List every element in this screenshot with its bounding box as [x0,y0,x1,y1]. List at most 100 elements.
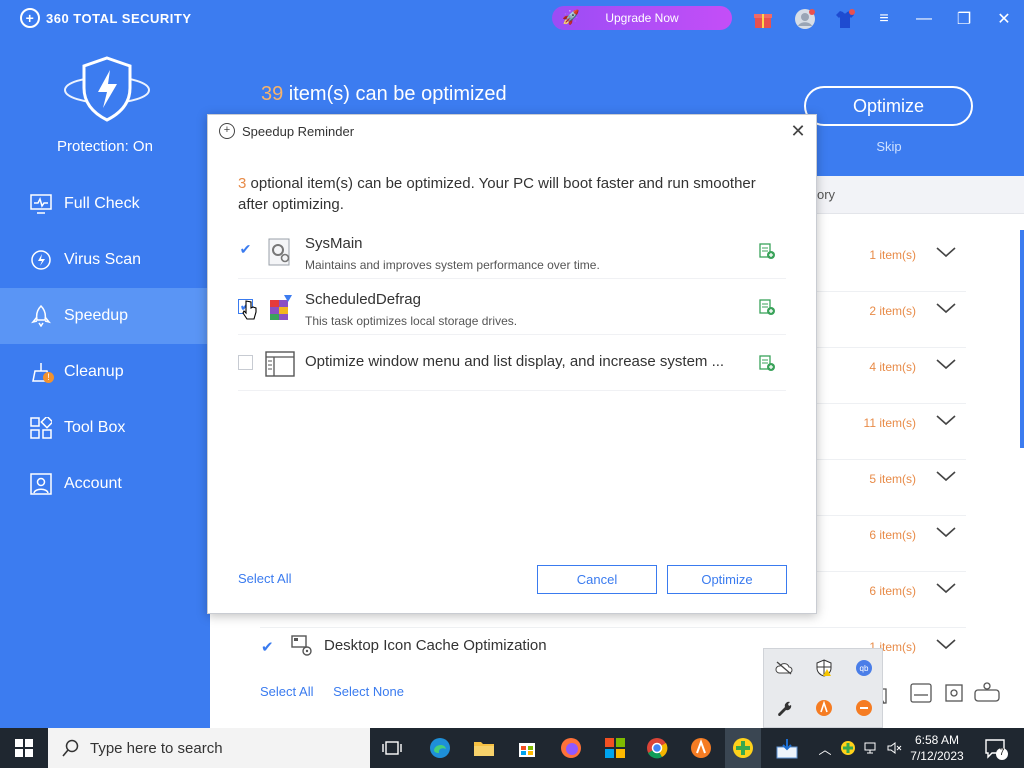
app-title: 360 TOTAL SECURITY [46,10,192,26]
add-to-list-icon[interactable] [758,354,776,372]
security-shield-icon[interactable] [813,657,835,679]
sidebar-item-label: Cleanup [64,363,124,380]
cloud-off-icon[interactable] [773,657,795,679]
taskbar-clock[interactable]: 6:58 AM 7/12/2023 [904,732,970,764]
menu-icon[interactable]: ≡ [873,8,895,30]
firefox-icon[interactable] [559,736,583,760]
chevron-down-icon[interactable] [935,300,957,316]
rocket-icon [29,304,53,328]
stop-badge-icon[interactable] [853,697,875,719]
item-name: Optimize window menu and list display, a… [305,353,725,370]
chevron-down-icon[interactable] [935,524,957,540]
taskbar-search-box[interactable]: Type here to search [48,728,370,768]
chevron-down-icon[interactable] [935,636,957,652]
app-window: + 360 TOTAL SECURITY Protection: On Full… [0,0,1024,728]
store-icon[interactable] [515,736,539,760]
wrench-icon[interactable] [773,697,795,719]
cpu-chip-icon[interactable] [941,680,967,706]
item-name: ScheduledDefrag [305,291,421,308]
edge-browser-icon[interactable] [428,736,452,760]
dialog-item-sysmain[interactable]: ✔ SysMain Maintains and improves system … [238,231,786,279]
windows-start-icon[interactable] [0,728,48,768]
row-count: 2 item(s) [869,304,916,318]
user-avatar-icon[interactable] [794,8,816,30]
window-list-icon [265,351,295,377]
sidebar-item-label: Tool Box [64,419,126,436]
select-none-link[interactable]: Select None [333,684,404,699]
hard-drive-icon[interactable] [908,680,934,706]
upgrade-now-button[interactable]: 🚀 Upgrade Now [552,6,732,30]
chevron-down-icon[interactable] [935,412,957,428]
notifications-icon[interactable]: 7 [984,736,1008,760]
dialog-item-window-menu[interactable]: Optimize window menu and list display, a… [238,343,786,391]
restore-icon[interactable]: ❐ [953,8,975,30]
desktop-icon-cache-row[interactable]: ✔ Desktop Icon Cache Optimization 1 item… [210,628,1024,684]
item-checkbox[interactable]: ✔ [238,242,253,258]
360-tray-icon[interactable] [836,736,860,760]
chevron-down-icon[interactable] [935,244,957,260]
items-count: 39 [261,83,284,105]
select-all-link[interactable]: Select All [260,684,313,699]
virus-scan-icon [29,248,53,272]
sidebar-item-label: Full Check [64,195,140,212]
sidebar-item-account[interactable]: Account [0,456,210,512]
sidebar-item-label: Account [64,475,122,492]
upgrade-label: Upgrade Now [605,11,679,25]
tray-chevron-up-icon[interactable]: ︿ [813,736,837,760]
minimize-icon[interactable]: — [913,8,935,30]
sidebar-item-full-check[interactable]: Full Check [0,176,210,232]
avast-icon[interactable] [813,697,835,719]
account-icon [29,472,53,496]
task-view-icon[interactable] [380,736,404,760]
office-apps-icon[interactable] [603,736,627,760]
skip-link[interactable]: Skip [872,139,906,154]
chevron-down-icon[interactable] [935,580,957,596]
items-count-label: item(s) can be optimized [283,83,507,105]
cancel-button[interactable]: Cancel [537,565,657,594]
skin-shirt-icon[interactable] [834,8,856,30]
dialog-item-scheduleddefrag[interactable]: ✔ ScheduledDefrag This task optimizes lo… [238,287,786,335]
network-icon[interactable] [860,736,884,760]
checked-icon[interactable]: ✔ [261,638,274,656]
dialog-optimize-button[interactable]: Optimize [667,565,787,594]
gamepad-icon[interactable] [974,680,1000,706]
app-logo-icon: + [20,8,40,28]
notification-count: 7 [999,747,1005,757]
optimize-button[interactable]: Optimize [804,86,973,126]
sidebar-item-label: Virus Scan [64,251,142,268]
chrome-icon[interactable] [645,736,669,760]
360-security-taskbar-icon[interactable] [725,728,761,768]
category-column-label: ory [817,187,836,202]
sidebar-item-cleanup[interactable]: ! Cleanup [0,344,210,400]
close-icon[interactable]: ✕ [788,121,808,141]
gift-icon[interactable] [752,8,774,30]
add-to-list-icon[interactable] [758,242,776,260]
sidebar-item-tool-box[interactable]: Tool Box [0,400,210,456]
file-explorer-icon[interactable] [472,736,496,760]
dialog-logo-icon: + [219,123,235,139]
add-to-list-icon[interactable] [758,298,776,316]
chevron-down-icon[interactable] [935,356,957,372]
items-count-text: 39 item(s) can be optimized [261,83,507,106]
tray-overflow-popup: qb [763,648,883,728]
sidebar-item-virus-scan[interactable]: Virus Scan [0,232,210,288]
mouse-cursor-icon [242,300,257,320]
chevron-down-icon[interactable] [935,468,957,484]
download-app-icon[interactable] [775,736,799,760]
item-checkbox[interactable] [238,355,253,370]
toolbox-icon [29,416,53,440]
clock-date: 7/12/2023 [910,749,964,763]
row-count: 6 item(s) [869,584,916,598]
sidebar-item-speedup[interactable]: Speedup [0,288,210,344]
scrollbar[interactable] [1020,230,1024,448]
volume-muted-icon[interactable] [882,736,906,760]
dialog-select-all-link[interactable]: Select All [238,571,291,586]
nvidia-icon[interactable]: qb [853,657,875,679]
search-icon [62,739,79,757]
desktop-gear-icon [291,635,312,656]
close-icon[interactable]: ✕ [993,8,1015,30]
avast-taskbar-icon[interactable] [689,736,713,760]
sidebar-item-label: Speedup [64,307,129,324]
row-count: 11 item(s) [863,416,916,430]
taskbar: Type here to search ︿ 6:58 AM 7/12/2023 … [0,728,1024,768]
